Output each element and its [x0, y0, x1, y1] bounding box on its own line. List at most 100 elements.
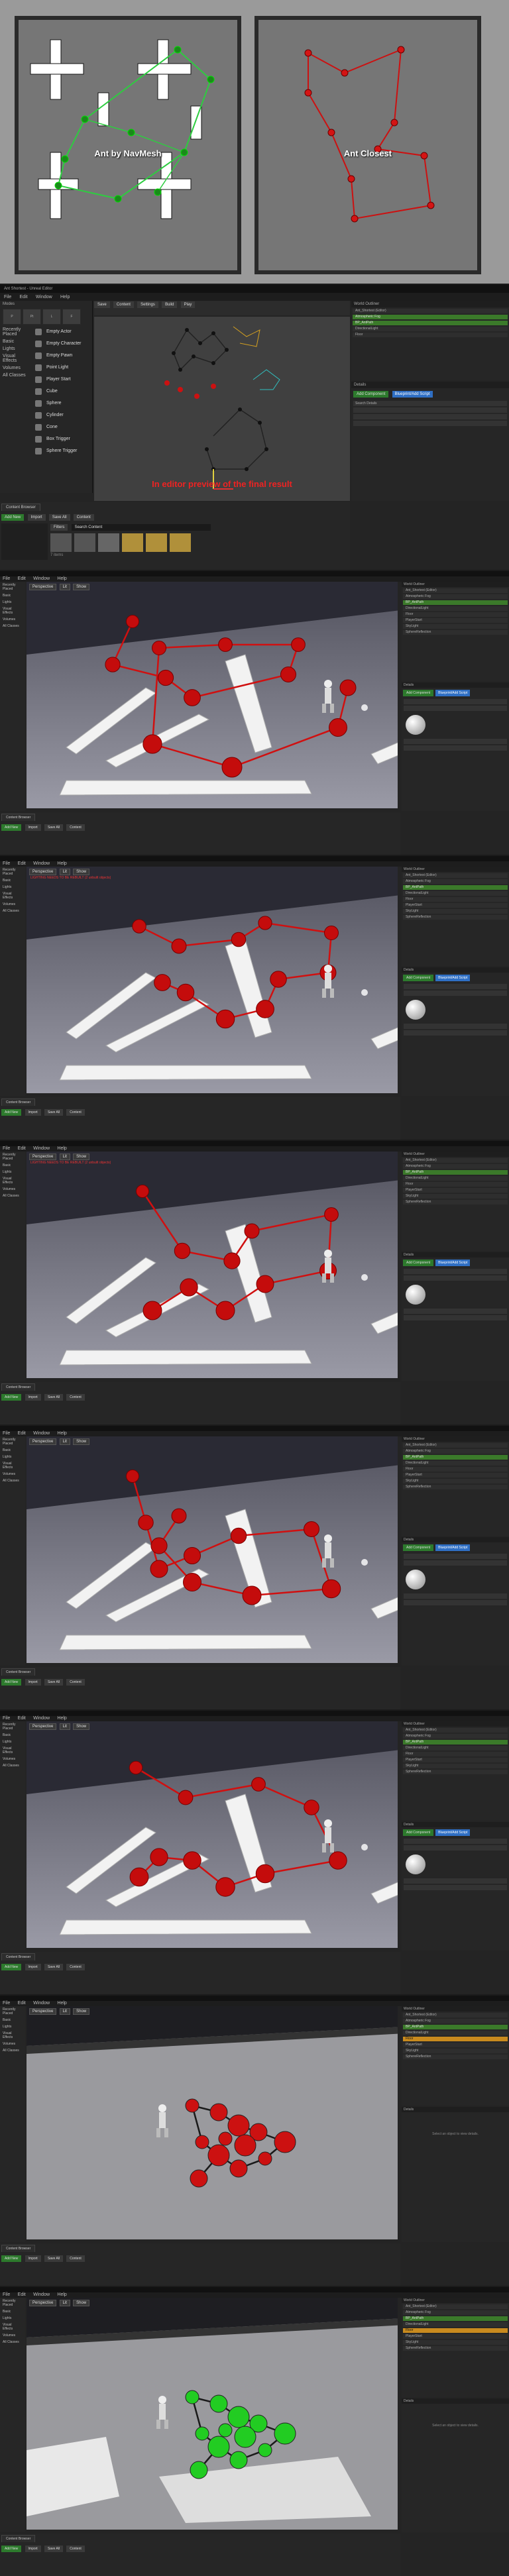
- outliner-row[interactable]: Ant_Shortest (Editor): [403, 873, 508, 878]
- show-button[interactable]: Show: [73, 2300, 90, 2306]
- import-button[interactable]: Import: [25, 1964, 41, 1970]
- outliner-row[interactable]: BP_AntPath: [403, 600, 508, 605]
- waypoint-sphere[interactable]: [256, 1000, 274, 1018]
- toolbar-content-button[interactable]: Content: [113, 301, 134, 308]
- lit-button[interactable]: Lit: [59, 1438, 70, 1445]
- outliner-row[interactable]: Ant_Shortest (Editor): [403, 1158, 508, 1163]
- category-lights[interactable]: Lights: [0, 2023, 25, 2030]
- outliner-row[interactable]: Floor: [403, 2037, 508, 2041]
- content-browser-tab[interactable]: Content Browser: [1, 814, 36, 821]
- category-basic[interactable]: Basic: [0, 1447, 25, 1454]
- save-all-button[interactable]: Save All: [44, 824, 64, 831]
- outliner-row[interactable]: Atmospheric Fog: [403, 1734, 508, 1739]
- waypoint-sphere[interactable]: [136, 1185, 149, 1198]
- blueprint-add-script-button[interactable]: Blueprint/Add Script: [435, 975, 471, 981]
- waypoint-sphere[interactable]: [251, 1777, 266, 1792]
- outliner-row[interactable]: DirectionalLight: [403, 2322, 508, 2327]
- waypoint-sphere[interactable]: [138, 1515, 154, 1530]
- outliner-row[interactable]: DirectionalLight: [353, 327, 508, 331]
- viewport[interactable]: Perspective Lit Show: [27, 1436, 398, 1663]
- perspective-button[interactable]: Perspective: [29, 2008, 57, 2015]
- category-volumes[interactable]: Volumes: [0, 901, 25, 908]
- category-volumes[interactable]: Volumes: [0, 1186, 25, 1193]
- waypoint-sphere[interactable]: [218, 2423, 233, 2438]
- outliner-row[interactable]: SkyLight: [403, 1764, 508, 1768]
- category-recently-placed[interactable]: Recently Placed: [0, 1436, 25, 1447]
- category-basic[interactable]: Basic: [0, 338, 32, 345]
- menu-help[interactable]: Help: [57, 2292, 66, 2298]
- menu-file[interactable]: File: [3, 576, 10, 582]
- content-path[interactable]: Content: [66, 824, 85, 831]
- category-all-classes[interactable]: All Classes: [0, 1193, 25, 1199]
- menu-edit[interactable]: Edit: [18, 1146, 26, 1152]
- menu-help[interactable]: Help: [57, 1146, 66, 1152]
- show-button[interactable]: Show: [73, 1723, 90, 1730]
- save-all-button[interactable]: Save All: [44, 2546, 64, 2552]
- lit-button[interactable]: Lit: [59, 2300, 70, 2306]
- waypoint-sphere[interactable]: [270, 971, 287, 988]
- place-item[interactable]: Empty Pawn: [32, 350, 92, 362]
- category-all-classes[interactable]: All Classes: [0, 1762, 25, 1769]
- category-volumes[interactable]: Volumes: [0, 2041, 25, 2047]
- outliner-row[interactable]: PlayerStart: [403, 1473, 508, 1477]
- viewport[interactable]: Perspective Lit Show LIGHTING NEEDS TO B…: [27, 1152, 398, 1378]
- outliner-row[interactable]: BP_AntPath: [403, 2025, 508, 2029]
- category-volumes[interactable]: Volumes: [0, 616, 25, 623]
- place-item[interactable]: Cylinder: [32, 409, 92, 421]
- waypoint-sphere[interactable]: [185, 2098, 199, 2113]
- place-item[interactable]: Empty Character: [32, 338, 92, 350]
- save-all-button[interactable]: Save All: [44, 1109, 64, 1116]
- outliner-row[interactable]: SphereReflection: [403, 915, 508, 920]
- waypoint-sphere[interactable]: [105, 657, 121, 672]
- outliner-row[interactable]: SphereReflection: [403, 630, 508, 635]
- waypoint-sphere[interactable]: [258, 916, 272, 930]
- outliner-row[interactable]: BP_AntPath: [403, 885, 508, 890]
- menu-help[interactable]: Help: [57, 861, 66, 867]
- category-all-classes[interactable]: All Classes: [0, 1477, 25, 1484]
- toolbar-play-button[interactable]: Play: [180, 301, 196, 308]
- menu-edit[interactable]: Edit: [18, 861, 26, 867]
- waypoint-sphere[interactable]: [215, 1877, 235, 1897]
- import-button[interactable]: Import: [25, 1679, 41, 1686]
- waypoint-sphere[interactable]: [234, 2426, 256, 2448]
- category-recently-placed[interactable]: Recently Placed: [0, 2006, 25, 2017]
- waypoint-sphere[interactable]: [207, 2436, 230, 2458]
- menu-edit[interactable]: Edit: [18, 2292, 26, 2298]
- waypoint-sphere[interactable]: [215, 1301, 235, 1320]
- waypoint-sphere[interactable]: [339, 679, 357, 696]
- place-item[interactable]: Point Light: [32, 362, 92, 374]
- add-new-button[interactable]: Add New: [1, 824, 22, 831]
- outliner-row[interactable]: Ant_Shortest (Editor): [403, 2304, 508, 2309]
- category-all-classes[interactable]: All Classes: [0, 623, 25, 629]
- details-search[interactable]: Search Details: [353, 401, 507, 406]
- waypoint-sphere[interactable]: [180, 1278, 198, 1297]
- outliner-row[interactable]: BP_AntPath: [353, 321, 508, 325]
- waypoint-sphere[interactable]: [209, 2394, 228, 2413]
- waypoint-sphere[interactable]: [244, 1223, 260, 1239]
- waypoint-sphere[interactable]: [218, 637, 233, 652]
- lit-button[interactable]: Lit: [59, 869, 70, 875]
- content-browser-tab[interactable]: Content Browser: [1, 2245, 36, 2252]
- import-button[interactable]: Import: [25, 1109, 41, 1116]
- outliner-row[interactable]: Atmospheric Fog: [403, 2310, 508, 2315]
- waypoint-sphere[interactable]: [234, 2134, 256, 2157]
- import-button[interactable]: Import: [27, 514, 46, 521]
- waypoint-sphere[interactable]: [185, 2390, 199, 2404]
- asset-thumbnail[interactable]: [74, 533, 95, 552]
- category-visual-effects[interactable]: Visual Effects: [0, 606, 25, 616]
- add-new-button[interactable]: Add New: [1, 514, 25, 521]
- waypoint-sphere[interactable]: [304, 1521, 319, 1537]
- category-volumes[interactable]: Volumes: [0, 1756, 25, 1762]
- import-button[interactable]: Import: [25, 824, 41, 831]
- waypoint-sphere[interactable]: [142, 1301, 162, 1320]
- waypoint-sphere[interactable]: [152, 641, 166, 655]
- outliner-row[interactable]: Ant_Shortest (Editor): [353, 309, 508, 313]
- waypoint-sphere[interactable]: [227, 2114, 250, 2137]
- viewport[interactable]: Perspective Lit Show: [27, 2006, 398, 2239]
- perspective-button[interactable]: Perspective: [29, 2300, 57, 2306]
- asset-thumbnail[interactable]: [170, 533, 191, 552]
- outliner-row[interactable]: Floor: [403, 1752, 508, 1756]
- menu-file[interactable]: File: [3, 1716, 10, 1721]
- outliner-row[interactable]: Floor: [403, 1182, 508, 1187]
- content-path[interactable]: Content: [66, 1679, 85, 1686]
